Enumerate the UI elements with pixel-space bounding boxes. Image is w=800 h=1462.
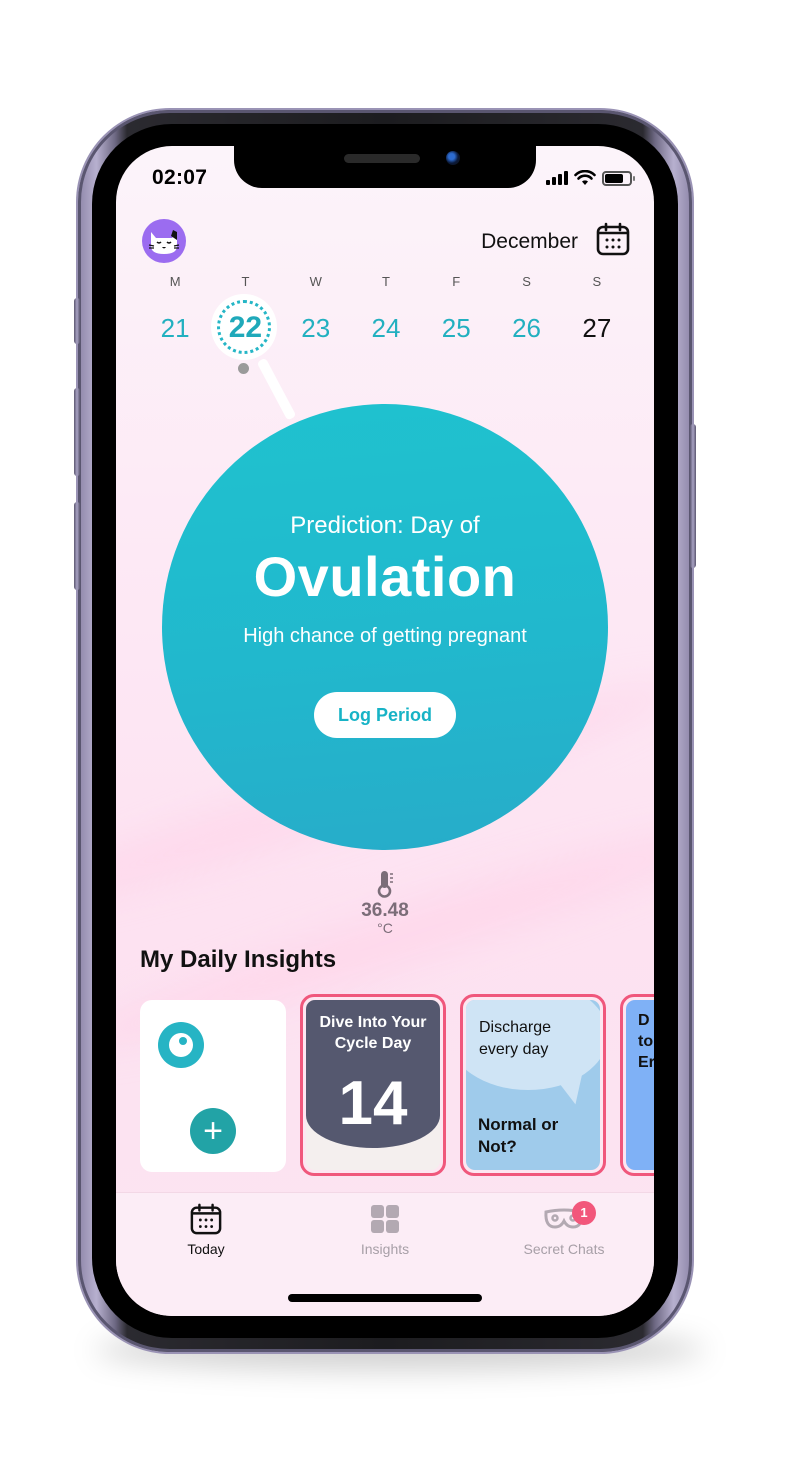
tab-label: Insights [360,1241,410,1257]
day-cell-today[interactable]: T 22 [210,274,280,344]
day-number: 23 [301,313,331,343]
insights-heading: My Daily Insights [140,946,337,973]
app-screen: 02:07 December M 21 T 22 W 23 T 24 F 25 … [116,146,654,1316]
temperature-unit: °C [377,920,393,936]
volume-up-button [74,388,80,476]
battery-icon [602,170,635,186]
day-cell[interactable]: T 24 [351,274,421,344]
thermometer-icon [377,871,393,898]
day-number: 24 [371,313,401,343]
day-number: 26 [512,313,541,343]
wifi-icon [574,170,596,185]
speaker [344,154,420,163]
story-partial-text: D to Er [638,1012,654,1071]
insights-carousel[interactable]: + Dive Into Your Cycle Day 14 Discharge … [140,994,654,1176]
story-card-cycle-day[interactable]: Dive Into Your Cycle Day 14 [300,994,446,1176]
story-card-partial[interactable]: D to Er [620,994,654,1176]
tracker-icon [158,1022,204,1068]
day-of-week: T [241,274,250,289]
log-period-button[interactable]: Log Period [314,692,456,738]
status-time: 02:07 [152,166,208,189]
day-of-week: W [309,274,322,289]
day-of-week: F [452,274,461,289]
day-number: 21 [160,313,190,343]
calendar-icon [190,1203,222,1235]
day-of-week: T [382,274,390,289]
prediction-title: Ovulation [253,545,517,608]
today-marker-dot [238,363,249,374]
temperature-widget[interactable]: 36.48 °C [346,870,424,936]
story-line-1: Discharge every day [479,1019,552,1058]
day-cell[interactable]: W 23 [281,274,351,344]
day-cell[interactable]: S 26 [491,274,561,344]
grid-icon [371,1205,399,1233]
day-of-week: M [169,274,181,289]
temperature-value: 36.48 [361,900,409,921]
day-number: 22 [228,311,263,344]
prediction-circle: Prediction: Day of Ovulation High chance… [162,404,608,850]
day-cell[interactable]: M 21 [140,274,210,344]
notch [234,146,536,188]
week-strip: M 21 T 22 W 23 T 24 F 25 S 26 S 27 [140,274,632,344]
tab-today[interactable]: Today [136,1203,276,1257]
day-number: 25 [441,313,471,343]
tab-secret-chats[interactable]: 1 Secret Chats [494,1201,634,1257]
day-cell[interactable]: F 25 [421,274,491,344]
silent-switch [74,298,80,344]
avatar[interactable] [142,219,186,263]
story-card-discharge[interactable]: Discharge every day Normal or Not? [460,994,606,1176]
day-number: 27 [582,313,612,343]
power-button [690,424,696,568]
day-cell[interactable]: S 27 [562,274,632,344]
front-camera [446,151,460,165]
calendar-icon[interactable] [596,222,630,256]
prediction-label: Prediction: Day of [290,512,480,539]
home-indicator[interactable] [288,1294,482,1302]
tab-insights[interactable]: Insights [315,1203,455,1257]
status-icons [546,170,635,186]
prediction-subtitle: High chance of getting pregnant [243,625,527,647]
add-log-card[interactable]: + [140,1000,286,1172]
unread-badge: 1 [572,1201,596,1225]
story-line-2: Normal or Not? [478,1115,559,1156]
day-of-week: S [592,274,602,289]
month-label: December [481,230,578,253]
add-button[interactable]: + [190,1108,236,1154]
cellular-signal-icon [546,171,568,185]
cat-avatar-icon [148,230,180,254]
cycle-day-number: 14 [338,1069,408,1138]
tab-label: Today [187,1241,225,1257]
story-title: Dive Into Your Cycle Day [319,1014,427,1052]
day-of-week: S [522,274,531,289]
tab-label: Secret Chats [523,1241,605,1257]
day-pointer [256,357,297,421]
volume-down-button [74,502,80,590]
